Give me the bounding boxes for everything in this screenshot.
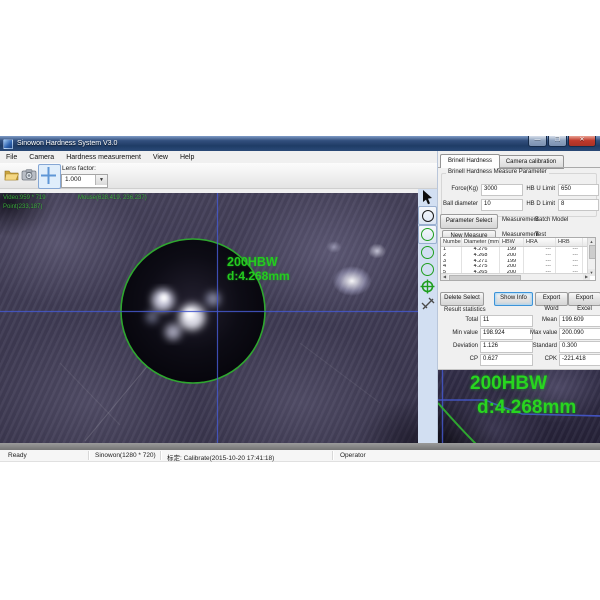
result-hardness: 200HBW — [227, 255, 290, 269]
scrollbar-thumb[interactable] — [589, 245, 596, 259]
drawing-tool-strip — [418, 189, 437, 443]
scrollbar-thumb[interactable] — [449, 275, 521, 281]
close-button[interactable]: ✕ — [568, 136, 596, 147]
max-value: 200.090 — [559, 328, 600, 340]
cp-value: 0.627 — [480, 354, 533, 366]
results-table[interactable]: Number Diameter (mm) HBW HRA HRB 1 4.276… — [440, 237, 596, 281]
standard-value: 0.300 — [559, 341, 600, 353]
ball-diameter-input[interactable]: 10 — [481, 199, 523, 211]
export-excel-button[interactable]: Export Excel — [568, 292, 600, 306]
hb-d-limit-label: HB D Limit — [522, 201, 555, 207]
show-info-button[interactable]: Show Info — [494, 292, 533, 306]
tab-brinell-hardness[interactable]: Brinell Hardness — [440, 154, 500, 168]
chevron-down-icon[interactable]: ▼ — [95, 175, 107, 185]
ball-diameter-label: Ball diameter — [442, 201, 478, 207]
scroll-left-icon[interactable]: ◀ — [441, 274, 448, 280]
header-number: Number — [441, 238, 462, 246]
menu-view[interactable]: View — [147, 154, 174, 161]
preview-circle-arc — [438, 403, 476, 443]
cpk-label: CPK — [530, 356, 557, 362]
menu-camera[interactable]: Camera — [23, 154, 60, 161]
header-hrb: HRB — [556, 238, 583, 246]
menu-hardness-measurement[interactable]: Hardness measurement — [60, 154, 147, 161]
status-separator — [160, 451, 162, 460]
maximize-button[interactable]: ❐ — [548, 136, 567, 147]
hb-u-limit-label: HB U Limit — [522, 186, 555, 192]
status-separator — [332, 451, 334, 460]
caliper-tool-icon[interactable] — [419, 295, 436, 312]
hb-d-limit-input[interactable]: 8 — [558, 199, 599, 211]
measurement-result-overlay: 200HBW d:4.268mm — [227, 255, 290, 283]
batch-model-value: Batch Model — [535, 217, 591, 223]
circle-tool-2-icon[interactable] — [419, 244, 436, 261]
total-label: Total — [438, 317, 478, 323]
circle-tool-3-icon[interactable] — [419, 261, 436, 278]
status-ready: Ready — [8, 452, 27, 459]
parameter-select-button[interactable]: Parameter Select — [440, 214, 498, 229]
cpk-value: -221.418 — [559, 354, 600, 366]
menu-file[interactable]: File — [0, 154, 23, 161]
magnified-preview[interactable]: 200HBW d:4.268mm — [438, 369, 600, 443]
force-label: Force(Kg) — [442, 186, 478, 192]
lens-factor-select[interactable]: 1.000 ▼ — [61, 174, 108, 188]
deviation-value: 1.126 — [480, 341, 533, 353]
status-bar: Ready Sinowon(1280 * 720) 标定: Calibrate(… — [0, 450, 600, 462]
force-input[interactable]: 3000 — [481, 184, 523, 196]
lens-factor-label: Lens factor: — [62, 165, 96, 172]
app-window: Sinowon Hardness System V3.0 — ❐ ✕ File … — [0, 136, 600, 461]
table-vertical-scrollbar[interactable]: ▲ ▼ — [587, 238, 595, 276]
header-hra: HRA — [524, 238, 556, 246]
deviation-label: Deviation — [438, 343, 478, 349]
min-value: 198.924 — [480, 328, 533, 340]
export-word-button[interactable]: Export Word — [535, 292, 568, 306]
measurement-label-1: Measurement — [502, 217, 532, 223]
header-diameter: Diameter (mm) — [462, 238, 500, 246]
scroll-up-icon[interactable]: ▲ — [588, 238, 595, 245]
camera-icon[interactable] — [21, 167, 37, 183]
mean-value: 199.609 — [559, 315, 600, 327]
right-panel: Brinell Hardness Camera calibration Brin… — [437, 151, 600, 443]
table-horizontal-scrollbar[interactable]: ◀ ▶ — [441, 273, 590, 280]
parameter-group-title: Brinell Hardness Measure Parameter — [446, 169, 549, 175]
cp-label: CP — [438, 356, 478, 362]
preview-diameter-value: d:4.268mm — [477, 397, 576, 419]
overlay-point-info: Point(233,187) — [3, 204, 42, 210]
title-bar[interactable]: Sinowon Hardness System V3.0 — ❐ ✕ — [0, 136, 600, 151]
status-separator — [88, 451, 90, 460]
min-value-label: Min value — [438, 330, 478, 336]
max-value-label: Max value — [530, 330, 557, 336]
toolbar: Lens factor: 1.000 ▼ — [0, 163, 437, 189]
statistics-group-title: Result statistics — [442, 307, 488, 313]
preview-hardness-value: 200HBW — [470, 373, 547, 395]
open-file-icon[interactable] — [4, 167, 20, 183]
mean-label: Mean — [530, 317, 557, 323]
target-tool-icon[interactable] — [419, 278, 436, 295]
circle-tool-green-icon[interactable] — [418, 225, 437, 244]
standard-label: Standard — [530, 343, 557, 349]
window-title: Sinowon Hardness System V3.0 — [17, 140, 117, 147]
status-operator: Operator — [340, 452, 366, 459]
result-diameter: d:4.268mm — [227, 269, 290, 283]
overlay-mouse-info: Mouse(628,419, 236,237) — [78, 195, 147, 201]
minimize-button[interactable]: — — [528, 136, 547, 147]
hb-u-limit-input[interactable]: 650 — [558, 184, 599, 196]
crosshair-tool-button[interactable] — [38, 164, 61, 189]
camera-view[interactable]: Video:959 * 719 Mouse(628,419, 236,237) … — [0, 193, 418, 443]
window-frame-strip — [0, 443, 600, 450]
total-value: 11 — [480, 315, 533, 327]
status-calibrate-info: 标定: Calibrate(2015-10-20 17:41:18) — [167, 452, 274, 462]
menu-help[interactable]: Help — [174, 154, 200, 161]
cursor-tool-icon[interactable] — [419, 189, 436, 206]
overlay-video-info: Video:959 * 719 — [3, 195, 46, 201]
circle-tool-dark-icon[interactable] — [418, 206, 437, 225]
status-camera-resolution: Sinowon(1280 * 720) — [95, 452, 156, 459]
table-header: Number Diameter (mm) HBW HRA HRB — [441, 238, 595, 247]
delete-select-button[interactable]: Delete Select — [440, 292, 484, 306]
header-hbw: HBW — [500, 238, 524, 246]
scroll-right-icon[interactable]: ▶ — [583, 274, 590, 280]
lens-factor-value: 1.000 — [65, 176, 81, 183]
page: Sinowon Hardness System V3.0 — ❐ ✕ File … — [0, 0, 600, 600]
app-icon — [3, 139, 13, 149]
